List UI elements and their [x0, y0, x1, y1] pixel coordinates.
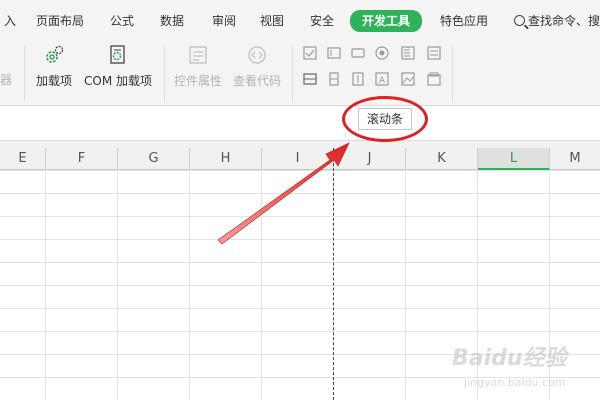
watermark: Baidu经验 jingyan.baidu.com — [452, 340, 592, 396]
menu-special-apps[interactable]: 特色应用 — [440, 11, 488, 31]
menu-view[interactable]: 视图 — [260, 11, 284, 31]
ribbon-cut-label[interactable]: 器 — [0, 71, 12, 88]
page-break-line — [333, 148, 334, 400]
svg-text:A: A — [379, 76, 386, 86]
addins-button[interactable]: 加载项 — [34, 44, 74, 89]
search-icon — [514, 15, 525, 26]
ribbon-developer: 器 加载项 COM 加载项 控件属性 查看代码 A — [0, 40, 600, 106]
column-header-f[interactable]: F — [46, 148, 118, 170]
column-header-j[interactable]: J — [334, 148, 406, 170]
column-header-h[interactable]: H — [190, 148, 262, 170]
ribbon-divider — [452, 46, 453, 102]
code-icon — [248, 46, 266, 64]
option-button-control-icon[interactable] — [374, 45, 390, 61]
menu-bar: 入 页面布局 公式 数据 审阅 视图 安全 开发工具 特色应用 查找命令、搜 — [0, 0, 600, 40]
view-code-label: 查看代码 — [232, 74, 281, 88]
formula-bar — [0, 140, 600, 148]
watermark-url: jingyan.baidu.com — [464, 376, 566, 389]
properties-icon — [189, 46, 207, 64]
column-header-l[interactable]: L — [478, 148, 550, 170]
annotation-circle — [342, 96, 428, 142]
checkbox-control-icon[interactable] — [302, 45, 318, 61]
frame-control-icon[interactable] — [426, 71, 442, 87]
com-addins-label: COM 加载项 — [84, 74, 152, 88]
toggle-button-control-icon[interactable] — [350, 71, 366, 87]
ribbon-divider — [24, 46, 25, 102]
button-control-icon[interactable] — [350, 45, 366, 61]
scrollbar-control-icon[interactable] — [302, 71, 318, 87]
grid-line — [405, 170, 406, 400]
ribbon-divider — [164, 46, 165, 102]
menu-insert-partial[interactable]: 入 — [4, 11, 16, 31]
combobox-control-icon[interactable] — [426, 45, 442, 61]
column-header: E F G H I J K L M — [0, 148, 600, 170]
column-header-e[interactable]: E — [0, 148, 46, 170]
grid-line — [117, 170, 118, 400]
column-header-k[interactable]: K — [406, 148, 478, 170]
menu-formulas[interactable]: 公式 — [110, 11, 134, 31]
column-header-g[interactable]: G — [118, 148, 190, 170]
spin-button-control-icon[interactable] — [326, 71, 342, 87]
column-header-m[interactable]: M — [550, 148, 600, 170]
textbox-control-icon[interactable] — [326, 45, 342, 61]
menu-review[interactable]: 审阅 — [212, 11, 236, 31]
command-search[interactable]: 查找命令、搜 — [514, 11, 600, 31]
control-properties-label: 控件属性 — [173, 74, 222, 88]
label-control-icon[interactable]: A — [374, 71, 390, 87]
view-code-button[interactable]: 查看代码 — [230, 44, 284, 89]
menu-page-layout[interactable]: 页面布局 — [36, 11, 84, 31]
gear-icon — [46, 45, 64, 63]
com-addins-button[interactable]: COM 加载项 — [82, 44, 154, 89]
menu-developer-tools[interactable]: 开发工具 — [350, 10, 423, 32]
menu-security[interactable]: 安全 — [310, 11, 334, 31]
grid-line — [261, 170, 262, 400]
addins-label: 加载项 — [35, 74, 72, 88]
grid-line — [45, 170, 46, 400]
com-addin-icon — [110, 45, 125, 64]
listbox-control-icon[interactable] — [400, 45, 416, 61]
watermark-brand: Baidu经验 — [452, 346, 567, 371]
column-header-i[interactable]: I — [262, 148, 334, 170]
control-properties-button[interactable]: 控件属性 — [172, 44, 224, 89]
ribbon-divider — [292, 46, 293, 102]
grid-line — [189, 170, 190, 400]
menu-data[interactable]: 数据 — [160, 11, 184, 31]
image-control-icon[interactable] — [400, 71, 416, 87]
search-label: 查找命令、搜 — [528, 14, 600, 28]
